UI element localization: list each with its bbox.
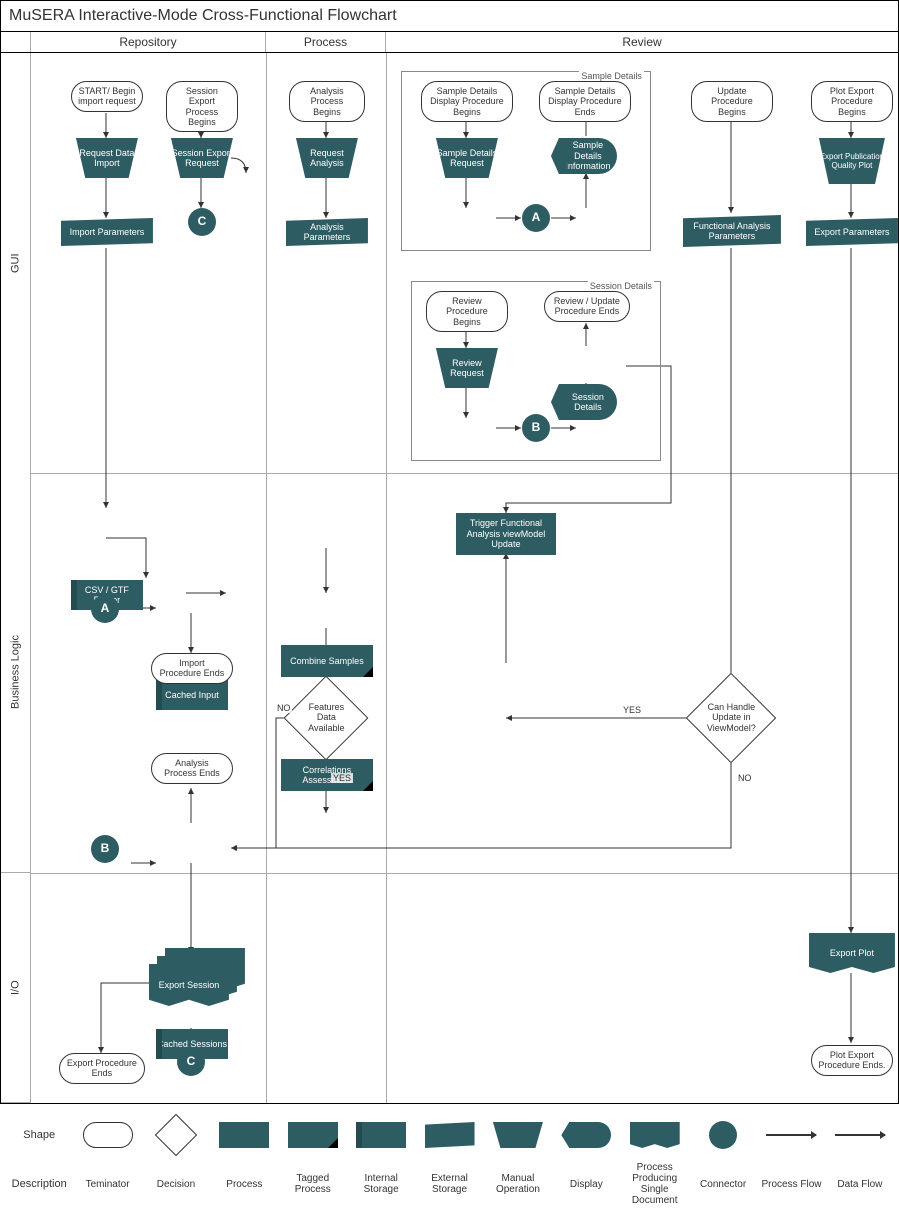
terminator-session-export-begins: Session Export Process Begins	[166, 81, 238, 132]
legend-decision: Decision	[145, 1179, 207, 1190]
process-trigger-func: Trigger Functional Analysis viewModel Up…	[456, 513, 556, 555]
legend-dflow: Data Flow	[829, 1179, 891, 1190]
edge-yes-features: YES	[331, 773, 353, 783]
legend-ext-storage: External Storage	[418, 1173, 480, 1195]
terminator-sample-begin: Sample Details Display Procedure Begins	[421, 81, 513, 122]
row-io: I/O	[1, 873, 30, 1103]
tagged-correlations: Correlations Assessment	[281, 759, 373, 791]
legend-int-storage: Internal Storage	[350, 1173, 412, 1195]
doc-export-plot: Export Plot	[809, 933, 895, 973]
legend-terminator: Teminator	[76, 1179, 138, 1190]
ext-analysis-params: Analysis Parameters	[286, 218, 368, 246]
display-sample-info: Sample Details Information	[559, 138, 617, 174]
legend-pflow: Process Flow	[760, 1179, 822, 1190]
row-logic: Business Logic	[1, 473, 30, 873]
terminator-sample-end: Sample Details Display Procedure Ends	[539, 81, 631, 122]
group-label-sample: Sample Details	[579, 71, 644, 81]
legend-desc-label: Description	[8, 1178, 70, 1190]
decision-features-avail: Features Data Available	[284, 676, 369, 761]
col-repository: Repository	[31, 32, 266, 52]
terminator-plot-export-begin: Plot Export Procedure Begins	[811, 81, 893, 122]
doc-stack-export-session: Export Session	[149, 948, 249, 1008]
terminator-review-end: Review / Update Procedure Ends	[544, 291, 630, 322]
group-label-session: Session Details	[588, 281, 654, 291]
col-process: Process	[266, 32, 386, 52]
legend-process: Process	[213, 1179, 275, 1190]
chart-title: MuSERA Interactive-Mode Cross-Functional…	[0, 0, 899, 32]
col-review: Review	[386, 32, 898, 52]
edge-no-features: NO	[275, 703, 293, 713]
manual-review-request: Review Request	[436, 348, 498, 388]
ext-import-params: Import Parameters	[61, 218, 153, 246]
legend-display: Display	[555, 1179, 617, 1190]
flowchart-canvas: START/ Begin import request Request Data…	[31, 53, 898, 1103]
edge-no-handle: NO	[736, 773, 754, 783]
ext-export-params: Export Parameters	[806, 218, 898, 246]
edge-yes-handle: YES	[621, 705, 643, 715]
legend-tagged: Tagged Process	[282, 1173, 344, 1195]
legend-shape-label: Shape	[8, 1129, 70, 1141]
manual-export-pub-plot: Export Publication Quality Plot	[819, 138, 885, 184]
connector-c-top: C	[188, 208, 216, 236]
terminator-plot-export-ends: Plot Export Procedure Ends.	[811, 1045, 893, 1076]
tagged-combine-samples: Combine Samples	[281, 645, 373, 677]
ext-func-params: Functional Analysis Parameters	[683, 215, 781, 247]
legend-doc: Process Producing Single Document	[624, 1162, 686, 1206]
terminator-review-begin: Review Procedure Begins	[426, 291, 508, 332]
display-session-details: Session Details	[559, 384, 617, 420]
legend: Shape Description Teminator Decision Pro…	[0, 1104, 899, 1222]
terminator-import-ends: Import Procedure Ends	[151, 653, 233, 684]
manual-sample-request: Sample Details Request	[436, 138, 498, 178]
connector-a-sample: A	[522, 204, 550, 232]
legend-connector: Connector	[692, 1179, 754, 1190]
terminator-export-ends: Export Procedure Ends	[59, 1053, 145, 1084]
int-cached-input: Cached Input	[156, 680, 228, 710]
terminator-update-begin: Update Procedure Begins	[691, 81, 773, 122]
terminator-start-import: START/ Begin import request	[71, 81, 143, 112]
decision-can-handle: Can Handle Update in ViewModel?	[686, 673, 777, 764]
connector-b-session: B	[522, 414, 550, 442]
manual-request-data-import: Request Data Import	[76, 138, 138, 178]
row-gui: GUI	[1, 53, 30, 473]
terminator-analysis-begins: Analysis Process Begins	[289, 81, 365, 122]
column-headers: Repository Process Review	[0, 32, 899, 53]
row-labels: GUI Business Logic I/O	[1, 53, 31, 1103]
manual-request-analysis: Request Analysis	[296, 138, 358, 178]
connector-c-io: C	[177, 1048, 205, 1076]
connector-a-logic: A	[91, 595, 119, 623]
connector-b-logic: B	[91, 835, 119, 863]
manual-session-export-request: Session Export Request	[171, 138, 233, 178]
legend-manual-op: Manual Operation	[487, 1173, 549, 1195]
terminator-analysis-ends: Analysis Process Ends	[151, 753, 233, 784]
